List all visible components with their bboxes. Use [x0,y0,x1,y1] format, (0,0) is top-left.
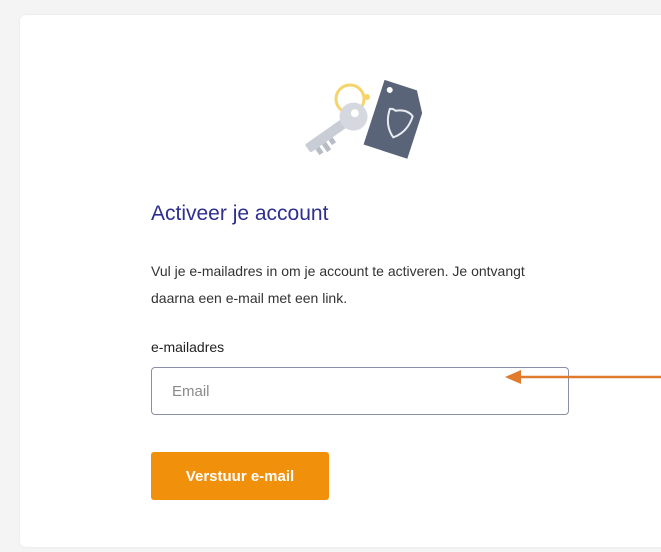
key-with-tag-icon [305,79,423,159]
send-email-button[interactable]: Verstuur e-mail [151,452,329,500]
arrow-left-icon [505,370,661,384]
page-title: Activeer je account [151,202,329,225]
email-label: e-mailadres [151,339,225,355]
activation-card: Activeer je account Vul je e-mailadres i… [20,15,661,547]
description-text: Vul je e-mailadres in om je account te a… [151,263,525,306]
